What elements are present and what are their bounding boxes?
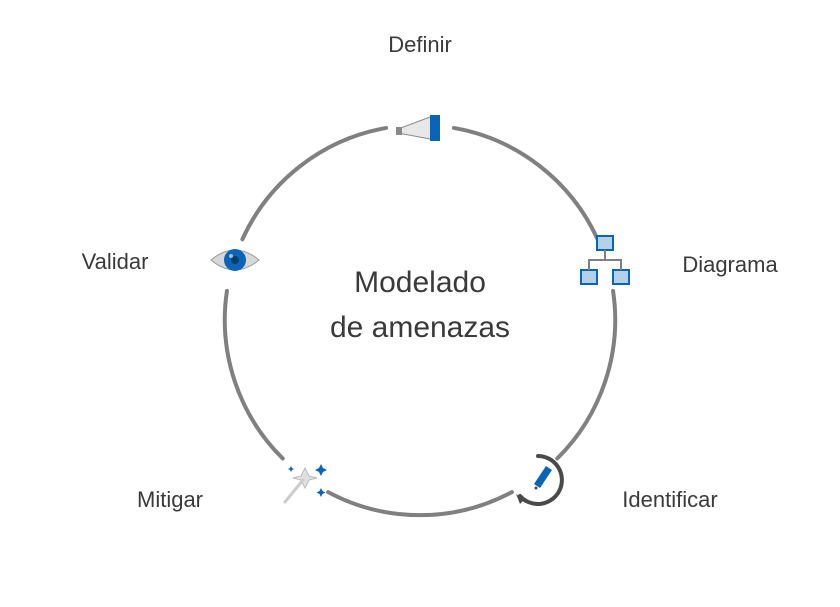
megaphone-icon [390, 95, 450, 155]
label-validar: Validar [82, 249, 149, 275]
title-line-2: de amenazas [270, 305, 570, 350]
diagram-title: Modelado de amenazas [270, 260, 570, 350]
node-validar [205, 230, 265, 290]
title-line-1: Modelado [270, 260, 570, 305]
wand-icon [275, 448, 335, 508]
hierarchy-icon [575, 230, 635, 290]
pen-circle-icon [506, 448, 570, 512]
node-diagrama [575, 230, 635, 290]
threat-modeling-cycle-diagram: Modelado de amenazas Definir Diagrama Id… [0, 0, 840, 607]
label-definir: Definir [388, 32, 452, 58]
node-identificar [506, 448, 566, 508]
label-diagrama: Diagrama [682, 252, 777, 278]
node-mitigar [275, 448, 335, 508]
label-mitigar: Mitigar [137, 487, 203, 513]
node-definir [390, 95, 450, 155]
eye-icon [205, 230, 265, 290]
label-identificar: Identificar [622, 487, 717, 513]
